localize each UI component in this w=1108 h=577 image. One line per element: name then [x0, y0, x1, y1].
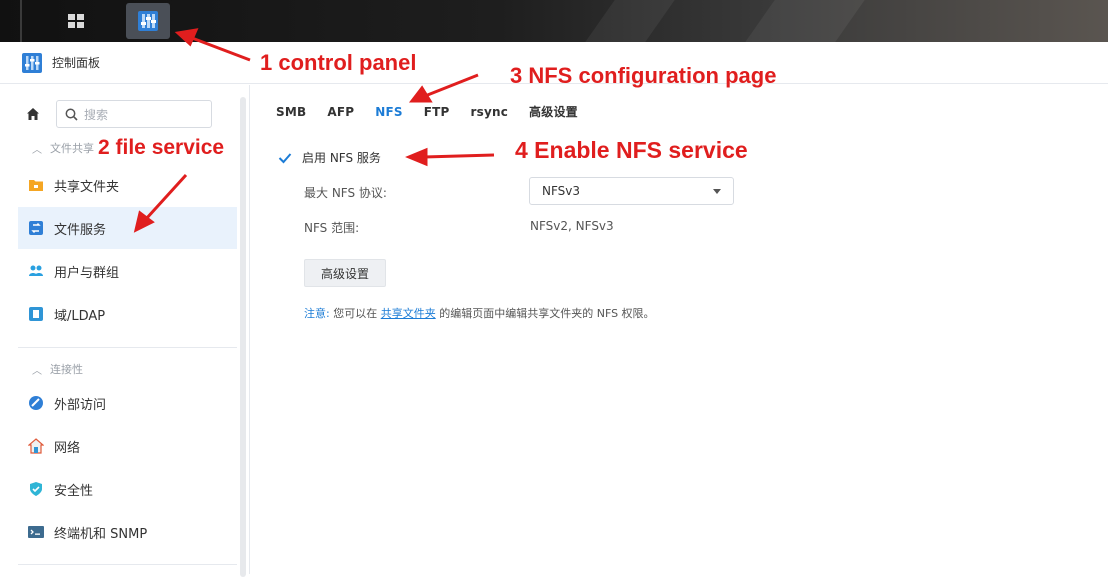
sidebar-item-terminal-snmp[interactable]: 终端机和 SNMP [18, 511, 237, 553]
users-icon [29, 265, 43, 276]
sidebar-item-file-services[interactable]: 文件服务 [18, 207, 237, 249]
sidebar-item-shared-folder[interactable]: 共享文件夹 [18, 164, 237, 206]
sidebar-item-security[interactable]: 安全性 [18, 468, 237, 510]
sidebar-item-network[interactable]: 网络 [18, 425, 237, 467]
checkmark-icon [278, 152, 292, 163]
search-placeholder: 搜索 [84, 107, 109, 122]
sidebar-item-label: 网络 [54, 440, 81, 456]
control-panel-icon [138, 11, 158, 31]
tab-rsync[interactable]: rsync [471, 105, 509, 119]
file-services-icon [29, 221, 43, 235]
sidebar-scrollbar[interactable] [240, 97, 246, 577]
taskbar-divider [20, 0, 22, 42]
terminal-icon [28, 526, 44, 538]
chevron-up-icon: ︿ [32, 365, 42, 377]
annotation-label-3: 3 NFS configuration page [510, 63, 777, 88]
tab-ftp[interactable]: FTP [424, 105, 450, 119]
shared-folder-link[interactable]: 共享文件夹 [381, 307, 436, 320]
section-label: 文件共享 [50, 142, 94, 155]
section-header-connectivity[interactable]: ︿ 连接性 [32, 361, 83, 377]
chevron-down-icon [713, 188, 721, 194]
sidebar-item-label: 共享文件夹 [54, 179, 120, 195]
sidebar-item-label: 域/LDAP [54, 308, 106, 324]
sidebar-item-label: 终端机和 SNMP [54, 526, 148, 542]
nfs-range-value: NFSv2, NFSv3 [530, 219, 614, 233]
note-prefix: 注意: [304, 307, 330, 320]
max-protocol-label: 最大 NFS 协议: [304, 186, 387, 200]
home-icon [27, 108, 39, 120]
annotation-label-1: 1 control panel [260, 50, 417, 75]
section-header-file-sharing[interactable]: ︿ 文件共享 [32, 140, 94, 156]
chevron-up-icon: ︿ [32, 144, 42, 156]
note-text: 的编辑页面中编辑共享文件夹的 NFS 权限。 [439, 307, 655, 320]
max-protocol-value: NFSv3 [542, 184, 581, 198]
sidebar-item-label: 用户与群组 [54, 265, 120, 281]
sidebar-item-label: 安全性 [54, 483, 94, 499]
tab-bar: SMB AFP NFS FTP rsync 高级设置 [276, 103, 599, 120]
taskbar [0, 0, 1108, 42]
annotation-label-4: 4 Enable NFS service [515, 137, 748, 163]
max-protocol-select[interactable]: NFSv3 [529, 177, 734, 205]
tab-nfs[interactable]: NFS [375, 105, 402, 119]
sidebar-item-label: 文件服务 [54, 222, 107, 238]
sidebar-topbar: 搜索 [18, 99, 234, 129]
taskbar-decoration [745, 0, 865, 42]
note-text: 您可以在 [333, 307, 378, 320]
enable-nfs-checkbox[interactable]: 启用 NFS 服务 [278, 149, 381, 166]
window-title: 控制面板 [52, 56, 101, 70]
permission-note: 注意: 您可以在 共享文件夹 的编辑页面中编辑共享文件夹的 NFS 权限。 [304, 305, 655, 321]
control-panel-icon [22, 52, 42, 73]
control-panel-taskbar-button[interactable] [126, 3, 170, 39]
nfs-range-label: NFS 范围: [304, 221, 360, 235]
folder-icon [29, 180, 43, 191]
sidebar-divider [18, 564, 237, 565]
section-label: 连接性 [50, 363, 83, 376]
network-icon [28, 438, 44, 454]
sidebar-item-domain-ldap[interactable]: 域/LDAP [18, 293, 237, 335]
main-menu-button[interactable] [54, 3, 98, 39]
search-icon [65, 108, 78, 121]
shield-icon [30, 482, 42, 496]
tab-advanced[interactable]: 高级设置 [529, 103, 578, 120]
taskbar-decoration [585, 0, 675, 42]
tab-afp[interactable]: AFP [327, 105, 354, 119]
sidebar-item-label: 外部访问 [54, 397, 107, 413]
sidebar-item-users-groups[interactable]: 用户与群组 [18, 250, 237, 292]
annotation-label-2: 2 file service [98, 136, 225, 160]
search-input[interactable]: 搜索 [56, 100, 212, 128]
external-access-icon [29, 396, 43, 410]
enable-nfs-label: 启用 NFS 服务 [302, 151, 381, 165]
main-menu-icon [68, 14, 84, 28]
domain-icon [29, 307, 43, 321]
advanced-settings-button[interactable]: 高级设置 [304, 259, 386, 287]
sidebar-item-external-access[interactable]: 外部访问 [18, 382, 237, 424]
tab-smb[interactable]: SMB [276, 105, 306, 119]
home-button[interactable] [18, 99, 48, 129]
sidebar-divider [18, 347, 237, 348]
